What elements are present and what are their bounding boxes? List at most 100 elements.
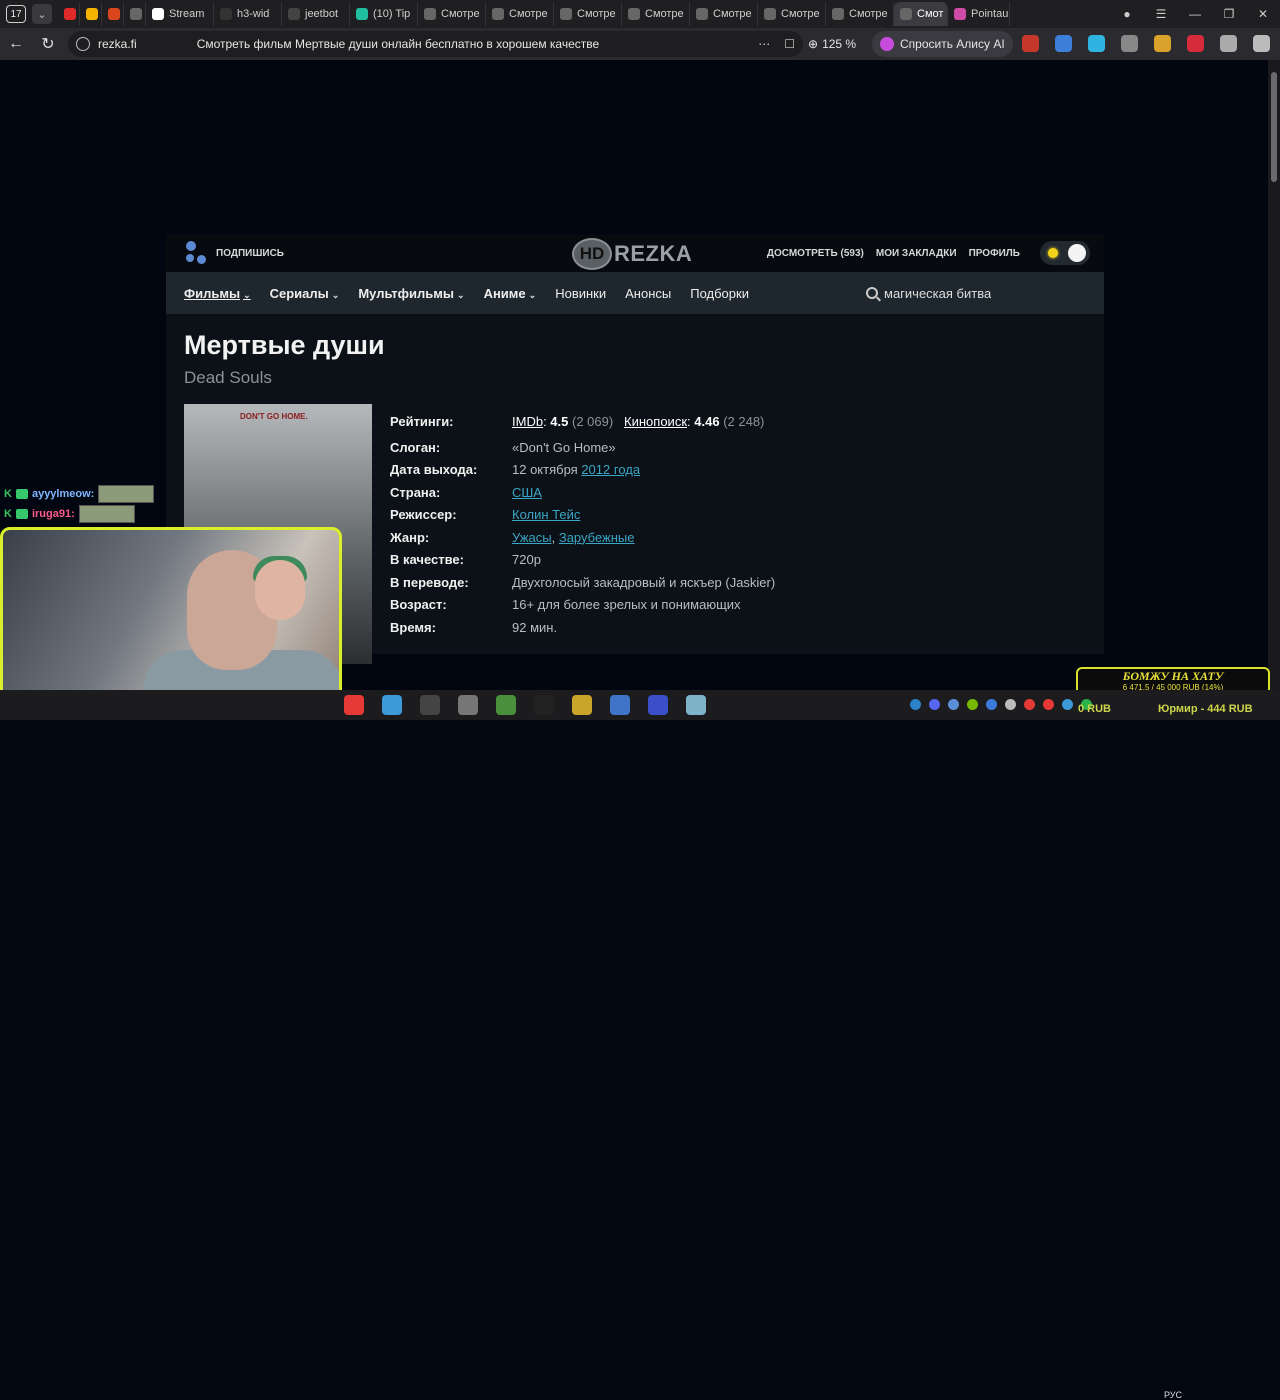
bookmark-icon[interactable]: ☐ bbox=[784, 37, 795, 51]
url-field[interactable]: rezka.fi Смотреть фильм Мертвые души онл… bbox=[68, 31, 803, 57]
browser-tab[interactable] bbox=[102, 2, 124, 26]
tray-icon[interactable] bbox=[929, 699, 940, 710]
extension-icon[interactable] bbox=[1187, 35, 1204, 52]
browser-tab[interactable] bbox=[58, 2, 80, 26]
scrollbar-thumb[interactable] bbox=[1271, 72, 1277, 182]
telegram-icon[interactable] bbox=[382, 695, 402, 715]
page-scrollbar[interactable] bbox=[1268, 60, 1280, 690]
info-link[interactable]: Ужасы bbox=[512, 530, 552, 545]
browser-tab[interactable]: Pointau bbox=[948, 2, 1010, 26]
alice-button[interactable]: Спросить Алису AI bbox=[872, 31, 1013, 57]
menu-films[interactable]: Фильмы ⌄ bbox=[184, 286, 251, 301]
site-info-icon[interactable] bbox=[76, 37, 90, 51]
kp-link[interactable]: Кинопоиск bbox=[624, 414, 687, 429]
subscribe-link[interactable]: ПОДПИШИСЬ bbox=[184, 241, 284, 265]
obs-icon[interactable] bbox=[420, 695, 440, 715]
info-key: Жанр: bbox=[390, 529, 430, 545]
restore-button[interactable]: ❐ bbox=[1212, 7, 1246, 21]
browser-tab[interactable]: Смотре bbox=[622, 2, 690, 26]
tray-icon[interactable] bbox=[910, 699, 921, 710]
menu-new[interactable]: Новинки bbox=[555, 286, 606, 301]
badge-icon: K bbox=[4, 488, 12, 500]
tray-icon[interactable] bbox=[986, 699, 997, 710]
browser-tab[interactable] bbox=[124, 2, 146, 26]
browser-tab[interactable]: Смотре bbox=[418, 2, 486, 26]
app-icon[interactable] bbox=[458, 695, 478, 715]
info-link[interactable]: Зарубежные bbox=[559, 530, 635, 545]
translate-icon[interactable] bbox=[1055, 35, 1072, 52]
browser-tab[interactable]: Смотре bbox=[690, 2, 758, 26]
emote-image bbox=[98, 485, 155, 503]
extension-icon[interactable] bbox=[1121, 35, 1138, 52]
back-icon[interactable]: ← bbox=[0, 35, 32, 53]
tray-icon[interactable] bbox=[967, 699, 978, 710]
tray-icon[interactable] bbox=[1005, 699, 1016, 710]
extension-icon[interactable] bbox=[1088, 35, 1105, 52]
watch-later-link[interactable]: ДОСМОТРЕТЬ (593) bbox=[767, 248, 864, 259]
profile-icon[interactable]: ● bbox=[1110, 7, 1144, 21]
info-link[interactable]: 2012 года bbox=[581, 462, 640, 477]
profile-link[interactable]: ПРОФИЛЬ bbox=[969, 248, 1020, 259]
tray-icon[interactable] bbox=[1043, 699, 1054, 710]
extension-icon[interactable] bbox=[1220, 35, 1237, 52]
chevron-down-icon: ⌄ bbox=[528, 289, 537, 300]
search-icon[interactable] bbox=[866, 287, 878, 299]
theme-toggle[interactable] bbox=[1040, 241, 1090, 265]
info-link[interactable]: США bbox=[512, 485, 542, 500]
close-window-button[interactable]: ✕ bbox=[1246, 7, 1280, 21]
language-indicator[interactable]: РУС bbox=[1164, 1390, 1182, 1400]
extension-icon[interactable] bbox=[1022, 35, 1039, 52]
menu-anime[interactable]: Аниме ⌄ bbox=[484, 286, 537, 301]
zoom-indicator[interactable]: ⊕ 125 % bbox=[808, 31, 856, 57]
tray-icon[interactable] bbox=[1062, 699, 1073, 710]
imdb-link[interactable]: IMDb bbox=[512, 414, 543, 429]
app-icon[interactable] bbox=[648, 695, 668, 715]
extension-icon[interactable] bbox=[1154, 35, 1171, 52]
info-link[interactable]: Колин Тейс bbox=[512, 507, 580, 522]
tab-count-button[interactable]: 17 bbox=[6, 5, 26, 23]
menu-cartoons[interactable]: Мультфильмы ⌄ bbox=[358, 286, 464, 301]
imdb-score: 4.5 bbox=[550, 413, 569, 429]
yandex-icon[interactable] bbox=[344, 695, 364, 715]
browser-tab[interactable]: (10) Tip bbox=[350, 2, 418, 26]
menu-collections[interactable]: Подборки bbox=[690, 286, 749, 301]
tray-icon[interactable] bbox=[948, 699, 959, 710]
browser-tab[interactable]: Смотре bbox=[826, 2, 894, 26]
download-icon[interactable] bbox=[1253, 35, 1270, 52]
menu-announces[interactable]: Анонсы bbox=[625, 286, 671, 301]
minimize-button[interactable]: — bbox=[1178, 7, 1212, 21]
info-key: Режиссер: bbox=[390, 507, 457, 523]
app-icon[interactable] bbox=[686, 695, 706, 715]
info-row: В качестве: 720p bbox=[390, 549, 775, 572]
search-input[interactable]: магическая битва bbox=[884, 286, 991, 301]
browser-tab[interactable]: Stream bbox=[146, 2, 214, 26]
site-logo[interactable]: HD REZKA bbox=[572, 238, 692, 270]
tab-favicon-icon bbox=[628, 8, 640, 20]
site-search[interactable]: магическая битва bbox=[866, 272, 991, 314]
browser-tab[interactable]: h3-wid bbox=[214, 2, 282, 26]
reload-icon[interactable]: ↻ bbox=[32, 34, 64, 54]
browser-tab[interactable]: Смотре bbox=[486, 2, 554, 26]
more-icon[interactable]: ⋯ bbox=[758, 37, 770, 51]
info-value: «Don't Go Home» bbox=[512, 440, 616, 455]
app-icon[interactable] bbox=[572, 695, 592, 715]
browser-tab[interactable]: Смотре bbox=[758, 2, 826, 26]
menu-series[interactable]: Сериалы ⌄ bbox=[270, 286, 340, 301]
bookmarks-link[interactable]: МОИ ЗАКЛАДКИ bbox=[876, 248, 957, 259]
tabs-dropdown-button[interactable]: ⌄ bbox=[32, 4, 52, 24]
tab-label: Смотре bbox=[509, 8, 548, 20]
browser-tab[interactable]: jeetbot bbox=[282, 2, 350, 26]
app-icon[interactable] bbox=[610, 695, 630, 715]
app-icon[interactable] bbox=[534, 695, 554, 715]
chrome-icon[interactable] bbox=[496, 695, 516, 715]
doll-face bbox=[255, 560, 305, 620]
menu-label: Сериалы bbox=[269, 285, 329, 301]
browser-tab[interactable] bbox=[80, 2, 102, 26]
menu-icon[interactable]: ☰ bbox=[1144, 7, 1178, 21]
zoom-level: 125 % bbox=[822, 37, 857, 51]
info-value: 16+ для более зрелых и понимающих bbox=[512, 597, 741, 612]
tab-active[interactable]: Смот✕ bbox=[894, 2, 948, 26]
info-key: Дата выхода: bbox=[390, 462, 478, 478]
tray-icon[interactable] bbox=[1024, 699, 1035, 710]
browser-tab[interactable]: Смотре bbox=[554, 2, 622, 26]
